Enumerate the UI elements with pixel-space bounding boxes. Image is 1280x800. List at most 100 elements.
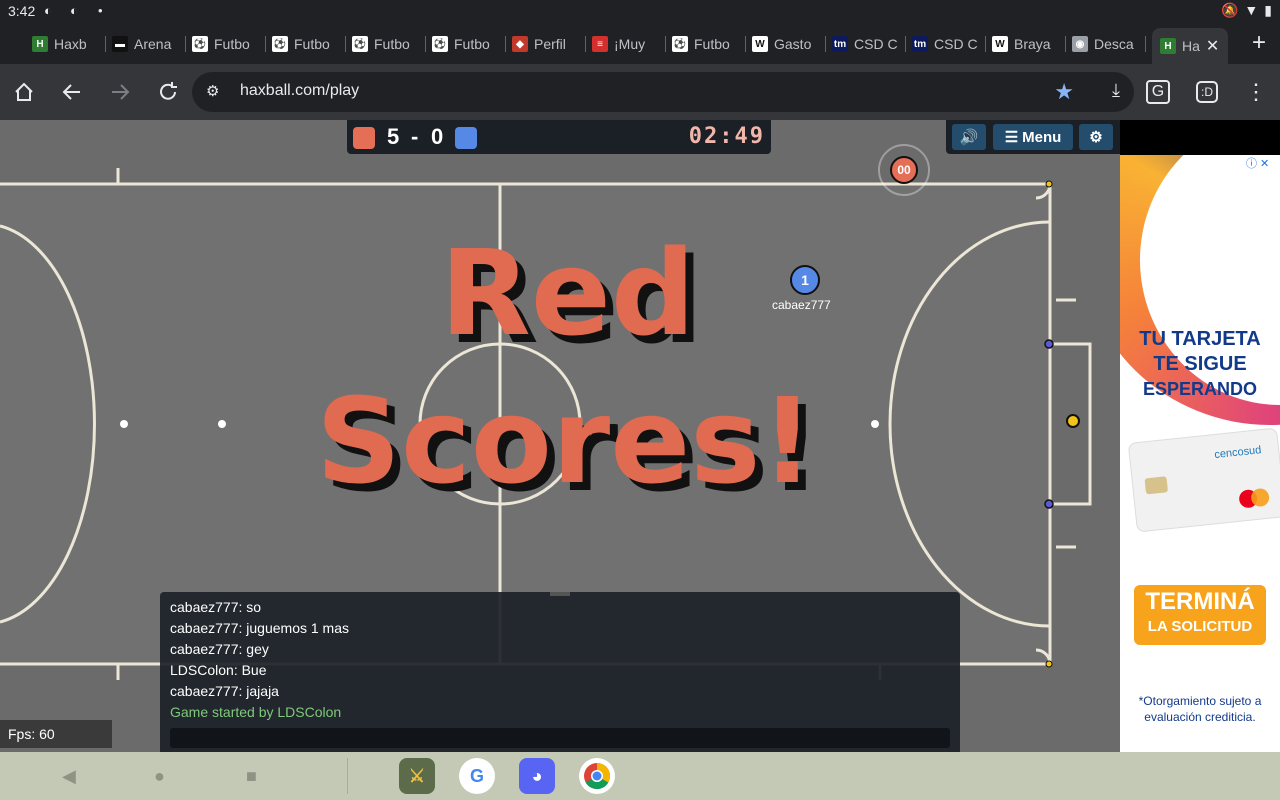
nav-back-icon[interactable]: ◀ [62,766,76,787]
chrome-icon [584,762,611,790]
wifi-icon: ▼ [1244,2,1259,18]
tab-favicon-icon: ⚽ [192,36,208,52]
browser-tab[interactable]: ◉ Desca [1072,30,1146,58]
tab-strip: H Haxb ▬ Arena ⚽ Futbo ⚽ Futbo ⚽ Futbo ⚽ Futbo ◆ Perf… [0,24,1280,64]
browser-tab[interactable]: ◆ Perfil [512,30,586,58]
browser-tab[interactable]: H Haxb [32,30,106,58]
url-text[interactable]: haxball.com/play [240,82,359,100]
chat-message: LDSColon: Bue [170,662,267,678]
home-button[interactable] [10,78,38,106]
red-score: 5 [387,124,400,149]
status-time: 3:42 [8,3,36,19]
tab-favicon-icon: W [752,36,768,52]
chat-message: cabaez777: jajaja [170,683,279,699]
tab-title: Haxb [54,36,87,52]
advertisement[interactable]: ⓘ ✕ TU TARJETA TE SIGUE ESPERANDO cencos… [1120,155,1280,752]
ad-headline: TU TARJETA TE SIGUE ESPERANDO [1120,327,1280,402]
screen: 3:42 ◐ ◐ • 🔕 ▼ ▮ H Haxb ▬ Arena ⚽ Futbo ⚽ Futbo… [0,0,1280,800]
blue-player: 1 [790,265,820,295]
hamburger-icon: ☰ [1004,129,1019,146]
android-nav-bar: ◀ ● ■ ⚔ G ◕ [0,752,1280,800]
goal-post-bottom [1044,499,1054,509]
site-settings-icon[interactable]: ⚙ [206,82,219,100]
tab-switcher-icon[interactable]: :D [1196,81,1218,103]
goal-post-top [1044,339,1054,349]
battery-icon: ▮ [1264,2,1272,18]
goal-banner-line2: Scores! [316,372,815,510]
new-tab-button[interactable]: + [1252,29,1266,57]
red-player: 00 [890,156,918,184]
red-team-indicator [353,127,375,149]
tab-title: Braya [1014,36,1051,52]
browser-tab[interactable]: ⚽ Futbo [272,30,346,58]
browser-tab[interactable]: W Braya [992,30,1066,58]
address-bar[interactable]: ⚙ haxball.com/play ★ ⤓ [192,72,1134,112]
tab-favicon-icon: ◆ [512,36,528,52]
credit-card-image: cencosud [1127,427,1280,533]
nav-home-icon[interactable]: ● [154,766,165,787]
browser-tab[interactable]: ⚽ Futbo [192,30,266,58]
haxball-game-canvas[interactable]: 5 - 0 02:49 🔊 ☰ Menu ⚙ Red Scores! 1 cab… [0,120,1120,752]
more-options-icon[interactable]: ⋮ [1242,78,1270,106]
browser-tab[interactable]: ⚽ Futbo [352,30,426,58]
gear-icon: ⚙ [1089,129,1103,146]
chat-input[interactable] [170,728,950,748]
discord-app-icon[interactable]: ◕ [519,758,555,794]
tab-separator [665,36,666,52]
game-menu-bar: 🔊 ☰ Menu ⚙ [946,120,1120,154]
back-button[interactable] [58,78,86,106]
chat-resize-handle[interactable] [550,592,570,596]
home-icon [15,82,33,101]
browser-toolbar: ⚙ haxball.com/play ★ ⤓ G :D ⋮ [0,64,1280,120]
google-app-icon[interactable]: G [459,758,495,794]
blue-player-name: cabaez777 [772,298,831,312]
card-brand: cencosud [1213,444,1262,462]
browser-tab[interactable]: tm CSD C [912,30,986,58]
ad-choices-icon[interactable]: ⓘ ✕ [1246,155,1278,171]
browser-tab[interactable]: ▬ Arena [112,30,186,58]
tab-separator [425,36,426,52]
tab-separator [505,36,506,52]
browser-tab[interactable]: ⚽ Futbo [672,30,746,58]
nav-recents-icon[interactable]: ■ [246,766,257,787]
close-tab-icon[interactable]: ✕ [1206,36,1219,56]
tab-favicon-icon: H [1160,38,1176,54]
tab-separator [185,36,186,52]
tab-separator [1145,36,1146,52]
tab-title: Perfil [534,36,566,52]
discord-notification-icon: ◐ [70,3,78,18]
sound-button[interactable]: 🔊 [952,124,986,150]
bookmark-star-icon[interactable]: ★ [1054,79,1074,105]
browser-tab[interactable]: H Ha ✕ [1152,28,1228,64]
tab-title: CSD C [854,36,898,52]
tab-title: Futbo [294,36,330,52]
corner-post-top [1045,180,1053,188]
browser-tab[interactable]: tm CSD C [832,30,906,58]
forward-button[interactable] [106,78,134,106]
browser-tab[interactable]: ⚽ Futbo [432,30,506,58]
tab-title: Futbo [454,36,490,52]
ad-cta-button[interactable]: TERMINÁ LA SOLICITUD [1134,585,1266,645]
chrome-app-icon[interactable] [579,758,615,794]
game-app-icon[interactable]: ⚔ [399,758,435,794]
tab-title: Arena [134,36,172,52]
browser-tab[interactable]: W Gasto [752,30,826,58]
tab-separator [745,36,746,52]
download-icon[interactable]: ⤓ [1112,80,1120,101]
tab-favicon-icon: ⚽ [672,36,688,52]
scoreboard: 5 - 0 02:49 [347,120,771,154]
tab-separator [585,36,586,52]
ad-headline-line2: TE SIGUE [1153,353,1247,375]
browser-tab[interactable]: ≡ ¡Muy [592,30,666,58]
reload-icon [160,82,177,100]
tab-separator [105,36,106,52]
tab-separator [825,36,826,52]
reload-button[interactable] [154,78,182,106]
tab-separator [905,36,906,52]
translate-icon[interactable]: G [1146,80,1170,104]
tab-favicon-icon: ⚽ [352,36,368,52]
tab-favicon-icon: ≡ [592,36,608,52]
menu-button[interactable]: ☰ Menu [993,124,1073,150]
settings-button[interactable]: ⚙ [1079,124,1113,150]
tab-title: CSD C [934,36,978,52]
